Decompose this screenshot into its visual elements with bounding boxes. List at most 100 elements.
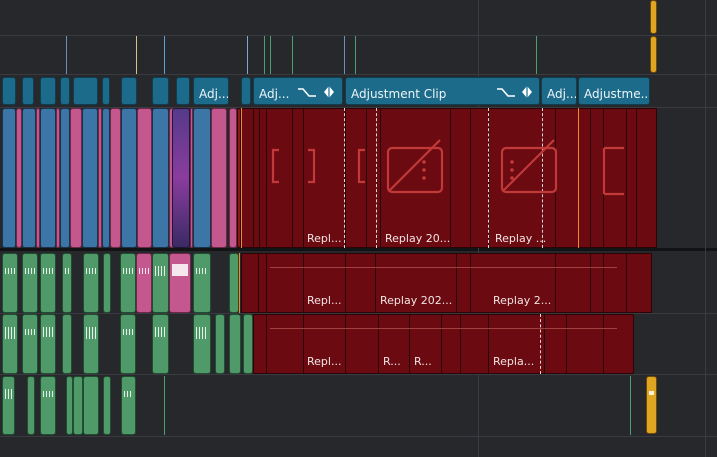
adjustment-clip[interactable] bbox=[40, 77, 56, 105]
audio-clip[interactable] bbox=[27, 376, 35, 435]
marker-clip[interactable] bbox=[650, 36, 657, 73]
video-clip[interactable] bbox=[229, 108, 237, 248]
adjustment-clip[interactable] bbox=[73, 77, 98, 105]
keyframe-icon bbox=[324, 86, 334, 98]
bracket-icon bbox=[308, 148, 316, 184]
adjustment-clip[interactable] bbox=[152, 77, 169, 105]
audio-track-3 bbox=[0, 376, 717, 436]
clip-marker bbox=[136, 36, 137, 74]
adjustment-clip[interactable] bbox=[102, 77, 110, 105]
video-clip[interactable] bbox=[121, 108, 137, 248]
audio-clip[interactable] bbox=[2, 376, 15, 435]
video-clip[interactable] bbox=[193, 108, 211, 248]
video-clip[interactable] bbox=[2, 108, 16, 248]
clip-label: Replay ... bbox=[495, 232, 547, 245]
curve-icon bbox=[497, 88, 515, 97]
clip-marker bbox=[164, 36, 165, 74]
clip-label: Repl... bbox=[307, 232, 342, 245]
video-clip[interactable] bbox=[152, 108, 169, 248]
track-divider bbox=[0, 436, 717, 437]
video-track: Repl... Replay 20... Replay ... bbox=[0, 108, 717, 248]
audio-clip[interactable] bbox=[40, 253, 56, 313]
clip-label: Replay 2... bbox=[493, 294, 552, 307]
video-clip[interactable] bbox=[70, 108, 82, 248]
adjustment-clip[interactable]: Adj... bbox=[193, 77, 229, 105]
adjustment-clip[interactable]: Adj... bbox=[541, 77, 577, 105]
video-clip[interactable] bbox=[82, 108, 98, 248]
marker-clip[interactable] bbox=[650, 0, 657, 34]
clip-marker bbox=[536, 36, 537, 74]
audio-clip[interactable] bbox=[152, 314, 169, 374]
video-clip[interactable] bbox=[22, 108, 36, 248]
broken-media-icon bbox=[500, 139, 558, 194]
clip-marker bbox=[264, 36, 265, 74]
adjustment-clip[interactable] bbox=[60, 77, 70, 105]
audio-clip[interactable] bbox=[103, 376, 111, 435]
audio-clip[interactable] bbox=[136, 253, 152, 313]
adjustment-clip[interactable] bbox=[241, 77, 251, 105]
audio-clip[interactable] bbox=[22, 314, 38, 374]
audio-clip[interactable] bbox=[229, 314, 241, 374]
broken-media-icon bbox=[386, 139, 444, 194]
audio-clip[interactable] bbox=[229, 253, 239, 313]
clip-marker bbox=[355, 36, 356, 74]
audio-clip[interactable] bbox=[40, 376, 56, 435]
audio-clip[interactable] bbox=[83, 253, 99, 313]
video-clip[interactable] bbox=[60, 108, 70, 248]
clip-marker bbox=[270, 36, 271, 74]
clip-label: Replay 202... bbox=[380, 294, 453, 307]
clip-label: Repl... bbox=[307, 294, 342, 307]
adjustment-clip[interactable] bbox=[121, 77, 137, 105]
audio-clip[interactable] bbox=[215, 314, 225, 374]
audio-track-1: Repl... Replay 202... Replay 2... bbox=[0, 253, 717, 313]
audio-clip[interactable] bbox=[66, 376, 73, 435]
clip-label: Adjustme... bbox=[584, 87, 650, 101]
clip-label: Adjustment Clip bbox=[351, 87, 447, 101]
adjustment-clip[interactable] bbox=[176, 77, 190, 105]
marker-clip[interactable] bbox=[646, 376, 657, 434]
audio-clip[interactable] bbox=[22, 253, 38, 313]
audio-clip[interactable] bbox=[62, 314, 72, 374]
clip-label: Adj... bbox=[259, 87, 290, 101]
audio-clip[interactable] bbox=[2, 314, 18, 374]
audio-clip[interactable] bbox=[121, 376, 136, 435]
adjustment-clip[interactable]: Adjustment Clip bbox=[345, 77, 540, 105]
track-divider bbox=[0, 35, 717, 36]
audio-clip[interactable] bbox=[169, 253, 191, 313]
bracket-icon bbox=[271, 148, 279, 184]
video-clip[interactable] bbox=[137, 108, 152, 248]
audio-clip[interactable] bbox=[83, 376, 99, 435]
audio-clip[interactable] bbox=[243, 314, 253, 374]
clip-label: Adj... bbox=[199, 87, 229, 101]
audio-clip[interactable] bbox=[40, 314, 56, 374]
adjustment-clip[interactable]: Adjustme... bbox=[578, 77, 650, 105]
clip-marker bbox=[164, 376, 165, 435]
audio-clip[interactable] bbox=[193, 314, 211, 374]
video-clip[interactable] bbox=[110, 108, 121, 248]
video-clip[interactable] bbox=[102, 108, 110, 248]
video-thumbnail-clip[interactable] bbox=[172, 108, 190, 248]
clip-label: Replay 20... bbox=[385, 232, 451, 245]
video-clip[interactable] bbox=[40, 108, 56, 248]
track-divider bbox=[0, 374, 717, 375]
audio-clip[interactable] bbox=[83, 314, 99, 374]
playhead-line bbox=[241, 108, 242, 248]
clip-label: Repla... bbox=[493, 355, 535, 368]
audio-clip[interactable] bbox=[103, 253, 111, 313]
audio-clip[interactable] bbox=[73, 376, 83, 435]
edit-marker bbox=[578, 108, 579, 248]
playhead-line bbox=[239, 253, 240, 313]
audio-clip[interactable] bbox=[62, 253, 72, 313]
adjustment-clip[interactable] bbox=[22, 77, 34, 105]
adjustment-clip[interactable] bbox=[2, 77, 16, 105]
audio-clip[interactable] bbox=[2, 253, 18, 313]
audio-clip[interactable] bbox=[152, 253, 169, 313]
audio-clip[interactable] bbox=[193, 253, 211, 313]
adjustment-clip[interactable]: Adj... bbox=[253, 77, 343, 105]
audio-clip[interactable] bbox=[120, 314, 136, 374]
clip-marker bbox=[344, 36, 345, 74]
video-clip[interactable] bbox=[211, 108, 227, 248]
clip-label: R... bbox=[414, 355, 432, 368]
track-divider bbox=[0, 74, 717, 75]
audio-clip[interactable] bbox=[120, 253, 136, 313]
